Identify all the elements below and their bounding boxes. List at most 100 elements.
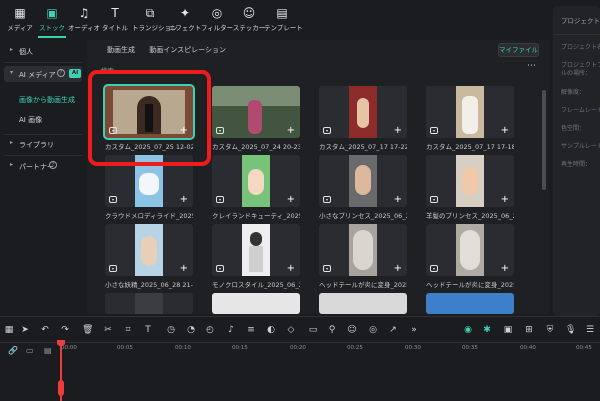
undo-icon[interactable]: ↶ [40, 325, 50, 335]
add-track-icon[interactable]: ▤ [44, 346, 52, 355]
media-card[interactable]: ▾ + モノクロスタイル_2025_06_28 19... [212, 224, 300, 289]
tab-template[interactable]: ▤ テンプレート [264, 6, 303, 32]
add-icon[interactable]: + [287, 126, 295, 136]
download-icon[interactable]: ▾ [430, 127, 438, 134]
media-thumbnail [212, 293, 300, 314]
mask-icon[interactable]: ◔ [186, 325, 196, 335]
speed-icon[interactable]: ◷ [166, 325, 176, 335]
media-card[interactable]: ▾ + カスタム_2025_07_24 20-23-56... [212, 86, 300, 151]
more-options-icon[interactable]: ⋯ [527, 61, 537, 71]
add-icon[interactable]: + [287, 264, 295, 274]
download-icon[interactable]: ▾ [109, 196, 117, 203]
magnet-icon[interactable]: ✱ [482, 325, 492, 335]
sticker-tool-icon[interactable]: ☺ [347, 325, 357, 335]
ai-tool-icon[interactable]: ◎ [368, 325, 378, 335]
layout-icon[interactable]: ▦ [4, 325, 14, 335]
select-tool-icon[interactable]: ➤ [20, 325, 30, 335]
help-icon[interactable]: ? [57, 69, 65, 77]
cut-icon[interactable]: ✂ [103, 325, 113, 335]
track-manager-icon[interactable]: ▭ [26, 346, 34, 355]
download-icon[interactable]: ▾ [323, 127, 331, 134]
shield-icon[interactable]: ⛨ [545, 325, 555, 335]
media-card[interactable]: ▾ + 羊髪のプリンセス_2025_06_28... [426, 155, 514, 220]
tab-transition[interactable]: ⧉ トランジション [132, 6, 178, 32]
scrollbar[interactable] [542, 90, 546, 190]
crop-icon[interactable]: ⌗ [123, 325, 133, 335]
effect-icon: ✦ [179, 6, 191, 20]
sidebar-item-ai-image[interactable]: AI 画像 [19, 115, 42, 125]
adjust-icon[interactable]: ≡ [246, 325, 256, 335]
download-icon[interactable]: ▾ [323, 196, 331, 203]
my-files-button[interactable]: マイファイル [498, 43, 539, 57]
tab-sticker[interactable]: ☺ ステッカー [231, 6, 267, 32]
download-icon[interactable]: ▾ [430, 265, 438, 272]
sidebar-item-ai-media[interactable]: ▾ AI メディア ? AI [4, 66, 82, 82]
playhead-marker[interactable] [58, 380, 64, 396]
keyframe-icon[interactable]: ◇ [286, 325, 296, 335]
media-card[interactable]: ▾ + ヘッドテールが炎に変身_2025_0... [426, 224, 514, 289]
media-card[interactable] [105, 293, 193, 314]
media-card[interactable]: ▾ + 小さなプリンセス_2025_06_28 2... [319, 155, 407, 220]
tick-label: 00:30 [405, 345, 421, 351]
download-icon[interactable]: ▾ [430, 196, 438, 203]
export-icon[interactable]: ↗ [388, 325, 398, 335]
media-card[interactable]: ▾ + カスタム_2025_07_17 17-22-31... [319, 86, 407, 151]
link-icon[interactable]: 🔗 [8, 346, 18, 355]
add-icon[interactable]: + [501, 126, 509, 136]
screen-icon[interactable]: ▭ [308, 325, 318, 335]
add-icon[interactable]: + [394, 126, 402, 136]
sidebar-item-partner[interactable]: ▸ パートナー ? [4, 158, 82, 174]
delete-icon[interactable]: 🗑 [82, 325, 93, 335]
tick-label: 00:45 [576, 345, 592, 351]
tab-title[interactable]: T タイトル [97, 6, 133, 32]
sidebar-item-image-to-video[interactable]: 画像から動画生成 [19, 95, 75, 105]
media-card[interactable]: ▾ + 小さな妖精_2025_06_28 21-32... [105, 224, 193, 289]
media-card[interactable] [319, 293, 407, 314]
list-icon[interactable]: ☰ [585, 325, 595, 335]
scene-icon[interactable]: ⊞ [524, 325, 534, 335]
media-thumbnail: ▾ + [426, 86, 514, 138]
help-icon[interactable]: ? [49, 161, 57, 169]
add-icon[interactable]: + [501, 195, 509, 205]
download-icon[interactable]: ▾ [216, 196, 224, 203]
media-card[interactable] [426, 293, 514, 314]
text-icon[interactable]: T [143, 325, 153, 335]
tab-effect[interactable]: ✦ エフェクト [167, 6, 203, 32]
tab-video-inspiration[interactable]: 動画インスピレーション [149, 46, 226, 54]
stabilize-icon[interactable]: ⚲ [327, 325, 337, 335]
media-card[interactable] [212, 293, 300, 314]
stock-icon: ▣ [46, 6, 58, 20]
media-thumbnail: ▾ + [212, 224, 300, 276]
more-tools-icon[interactable]: » [409, 325, 419, 335]
download-icon[interactable]: ▾ [109, 265, 117, 272]
microphone-icon[interactable]: 🎙 [565, 325, 576, 335]
media-thumbnail [319, 293, 407, 314]
tab-stock[interactable]: ▣ ストック [34, 6, 70, 38]
redo-icon[interactable]: ↷ [60, 325, 70, 335]
audio-icon: ♫ [78, 6, 90, 20]
add-icon[interactable]: + [501, 264, 509, 274]
sticker-icon: ☺ [242, 6, 256, 20]
color-icon[interactable]: ◐ [266, 325, 276, 335]
media-card[interactable]: ▾ + カスタム_2025_07_17 17-18-47... [426, 86, 514, 151]
add-icon[interactable]: + [180, 264, 188, 274]
add-icon[interactable]: + [287, 195, 295, 205]
sidebar-item-library[interactable]: ▸ ライブラリ [4, 136, 82, 152]
media-card[interactable]: ▾ + ヘッドテールが炎に変身_2025_0... [319, 224, 407, 289]
download-icon[interactable]: ▾ [216, 265, 224, 272]
render-icon[interactable]: ▣ [503, 325, 513, 335]
snap-icon[interactable]: ◉ [463, 325, 473, 335]
timeline-ruler[interactable]: 00:00 00:05 00:10 00:15 00:20 00:25 00:3… [0, 342, 600, 401]
download-icon[interactable]: ▾ [323, 265, 331, 272]
tab-filter[interactable]: ◎ フィルター [199, 6, 235, 32]
download-icon[interactable]: ▾ [216, 127, 224, 134]
tab-video-generation[interactable]: 動画生成 [107, 46, 135, 54]
timer-icon[interactable]: ◴ [205, 325, 215, 335]
media-card[interactable]: ▾ + クレイランドキューティ_2025_06_2... [212, 155, 300, 220]
sidebar-item-personal[interactable]: ▸ 個人 [4, 43, 82, 59]
add-icon[interactable]: + [394, 264, 402, 274]
add-icon[interactable]: + [394, 195, 402, 205]
tab-media[interactable]: ▦ メディア [2, 6, 38, 32]
audio-detach-icon[interactable]: ♪ [226, 325, 236, 335]
add-icon[interactable]: + [180, 195, 188, 205]
